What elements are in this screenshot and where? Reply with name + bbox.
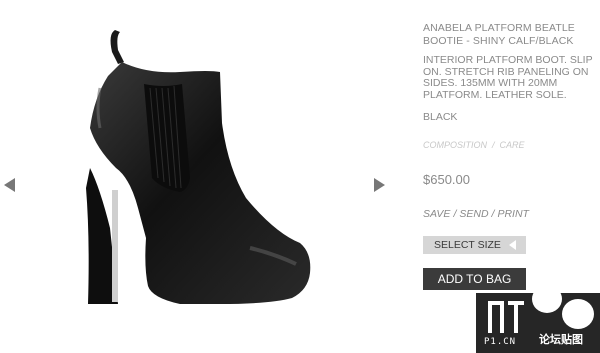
add-to-bag-button[interactable]: ADD TO BAG (423, 268, 526, 290)
watermark-logo-icon (488, 301, 524, 333)
tab-care[interactable]: CARE (500, 140, 525, 150)
previous-image-arrow-icon[interactable] (4, 178, 15, 192)
chat-bubble-icon (532, 285, 562, 313)
tab-composition[interactable]: COMPOSITION (423, 140, 487, 150)
info-tabs: COMPOSITION / CARE (423, 140, 525, 150)
watermark: P1.CN 论坛贴图 (476, 285, 600, 353)
save-link[interactable]: SAVE (423, 208, 450, 220)
select-size-dropdown[interactable]: SELECT SIZE (423, 236, 526, 254)
watermark-text: 论坛贴图 (539, 333, 583, 346)
cart-icon (562, 299, 594, 329)
select-size-label: SELECT SIZE (434, 239, 501, 251)
product-info: ANABELA PLATFORM BEATLE BOOTIE - SHINY C… (423, 22, 595, 123)
watermark-domain: P1.CN (484, 337, 517, 347)
tab-separator: / (492, 140, 495, 150)
product-image-viewer (0, 0, 395, 353)
next-image-arrow-icon[interactable] (374, 178, 385, 192)
product-description: INTERIOR PLATFORM BOOT. SLIP ON. STRETCH… (423, 54, 593, 101)
product-price: $650.00 (423, 172, 470, 187)
product-color: BLACK (423, 111, 458, 123)
product-image-boot (86, 30, 311, 304)
product-actions: SAVE / SEND / PRINT (423, 208, 529, 220)
send-link[interactable]: SEND (459, 208, 488, 220)
action-separator: / (491, 208, 495, 220)
print-link[interactable]: PRINT (497, 208, 529, 220)
product-title: ANABELA PLATFORM BEATLE BOOTIE - SHINY C… (423, 22, 575, 47)
action-separator: / (453, 208, 457, 220)
caret-left-icon (509, 240, 516, 250)
